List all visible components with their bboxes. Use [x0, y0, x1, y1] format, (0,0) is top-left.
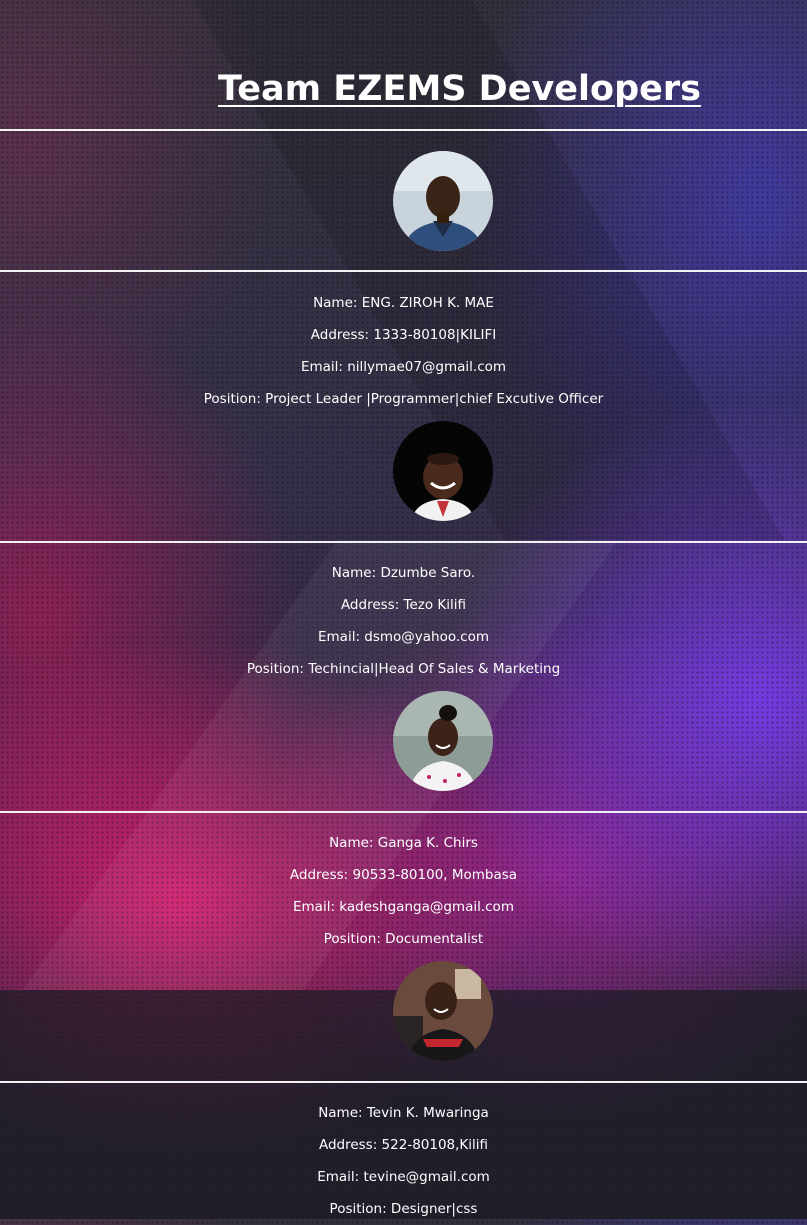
member-photo-icon	[393, 961, 493, 1061]
member-photo-icon	[393, 421, 493, 521]
member-name: Name: Ganga K. Chirs	[329, 835, 478, 851]
member-address: Address: 1333-80108|KILIFI	[310, 327, 497, 343]
member-photo-1	[393, 151, 493, 251]
section-divider	[0, 541, 807, 543]
member-photo-3	[393, 691, 493, 791]
member-photo-2	[393, 421, 493, 521]
member-name: Name: Tevin K. Mwaringa	[318, 1105, 489, 1121]
member-name: Name: Dzumbe Saro.	[331, 565, 476, 581]
member-address: Address: Tezo Kilifi	[340, 597, 467, 613]
member-address: Address: 90533-80100, Mombasa	[289, 867, 518, 883]
member-email: Email: dsmo@yahoo.com	[317, 629, 490, 645]
member-photo-icon	[393, 691, 493, 791]
page-title: Team EZEMS Developers	[218, 69, 701, 109]
member-email: Email: tevine@gmail.com	[317, 1169, 490, 1185]
section-divider	[0, 1081, 807, 1083]
member-email: Email: kadeshganga@gmail.com	[293, 899, 514, 915]
member-card-2: Name: Dzumbe Saro. Address: Tezo Kilifi …	[0, 557, 807, 685]
member-position: Position: Project Leader |Programmer|chi…	[203, 391, 604, 407]
member-address: Address: 522-80108,Kilifi	[318, 1137, 489, 1153]
member-photo-4	[393, 961, 493, 1061]
member-position: Position: Techincial|Head Of Sales & Mar…	[246, 661, 561, 677]
member-position: Position: Documentalist	[323, 931, 484, 947]
member-card-4: Name: Tevin K. Mwaringa Address: 522-801…	[0, 1097, 807, 1225]
member-card-1: Name: ENG. ZIROH K. MAE Address: 1333-80…	[0, 287, 807, 415]
section-divider	[0, 270, 807, 272]
member-photo-icon	[393, 151, 493, 251]
member-card-3: Name: Ganga K. Chirs Address: 90533-8010…	[0, 827, 807, 955]
section-divider	[0, 129, 807, 131]
section-divider	[0, 811, 807, 813]
member-email: Email: nillymae07@gmail.com	[300, 359, 507, 375]
member-name: Name: ENG. ZIROH K. MAE	[313, 295, 494, 311]
member-position: Position: Designer|css	[329, 1201, 478, 1217]
